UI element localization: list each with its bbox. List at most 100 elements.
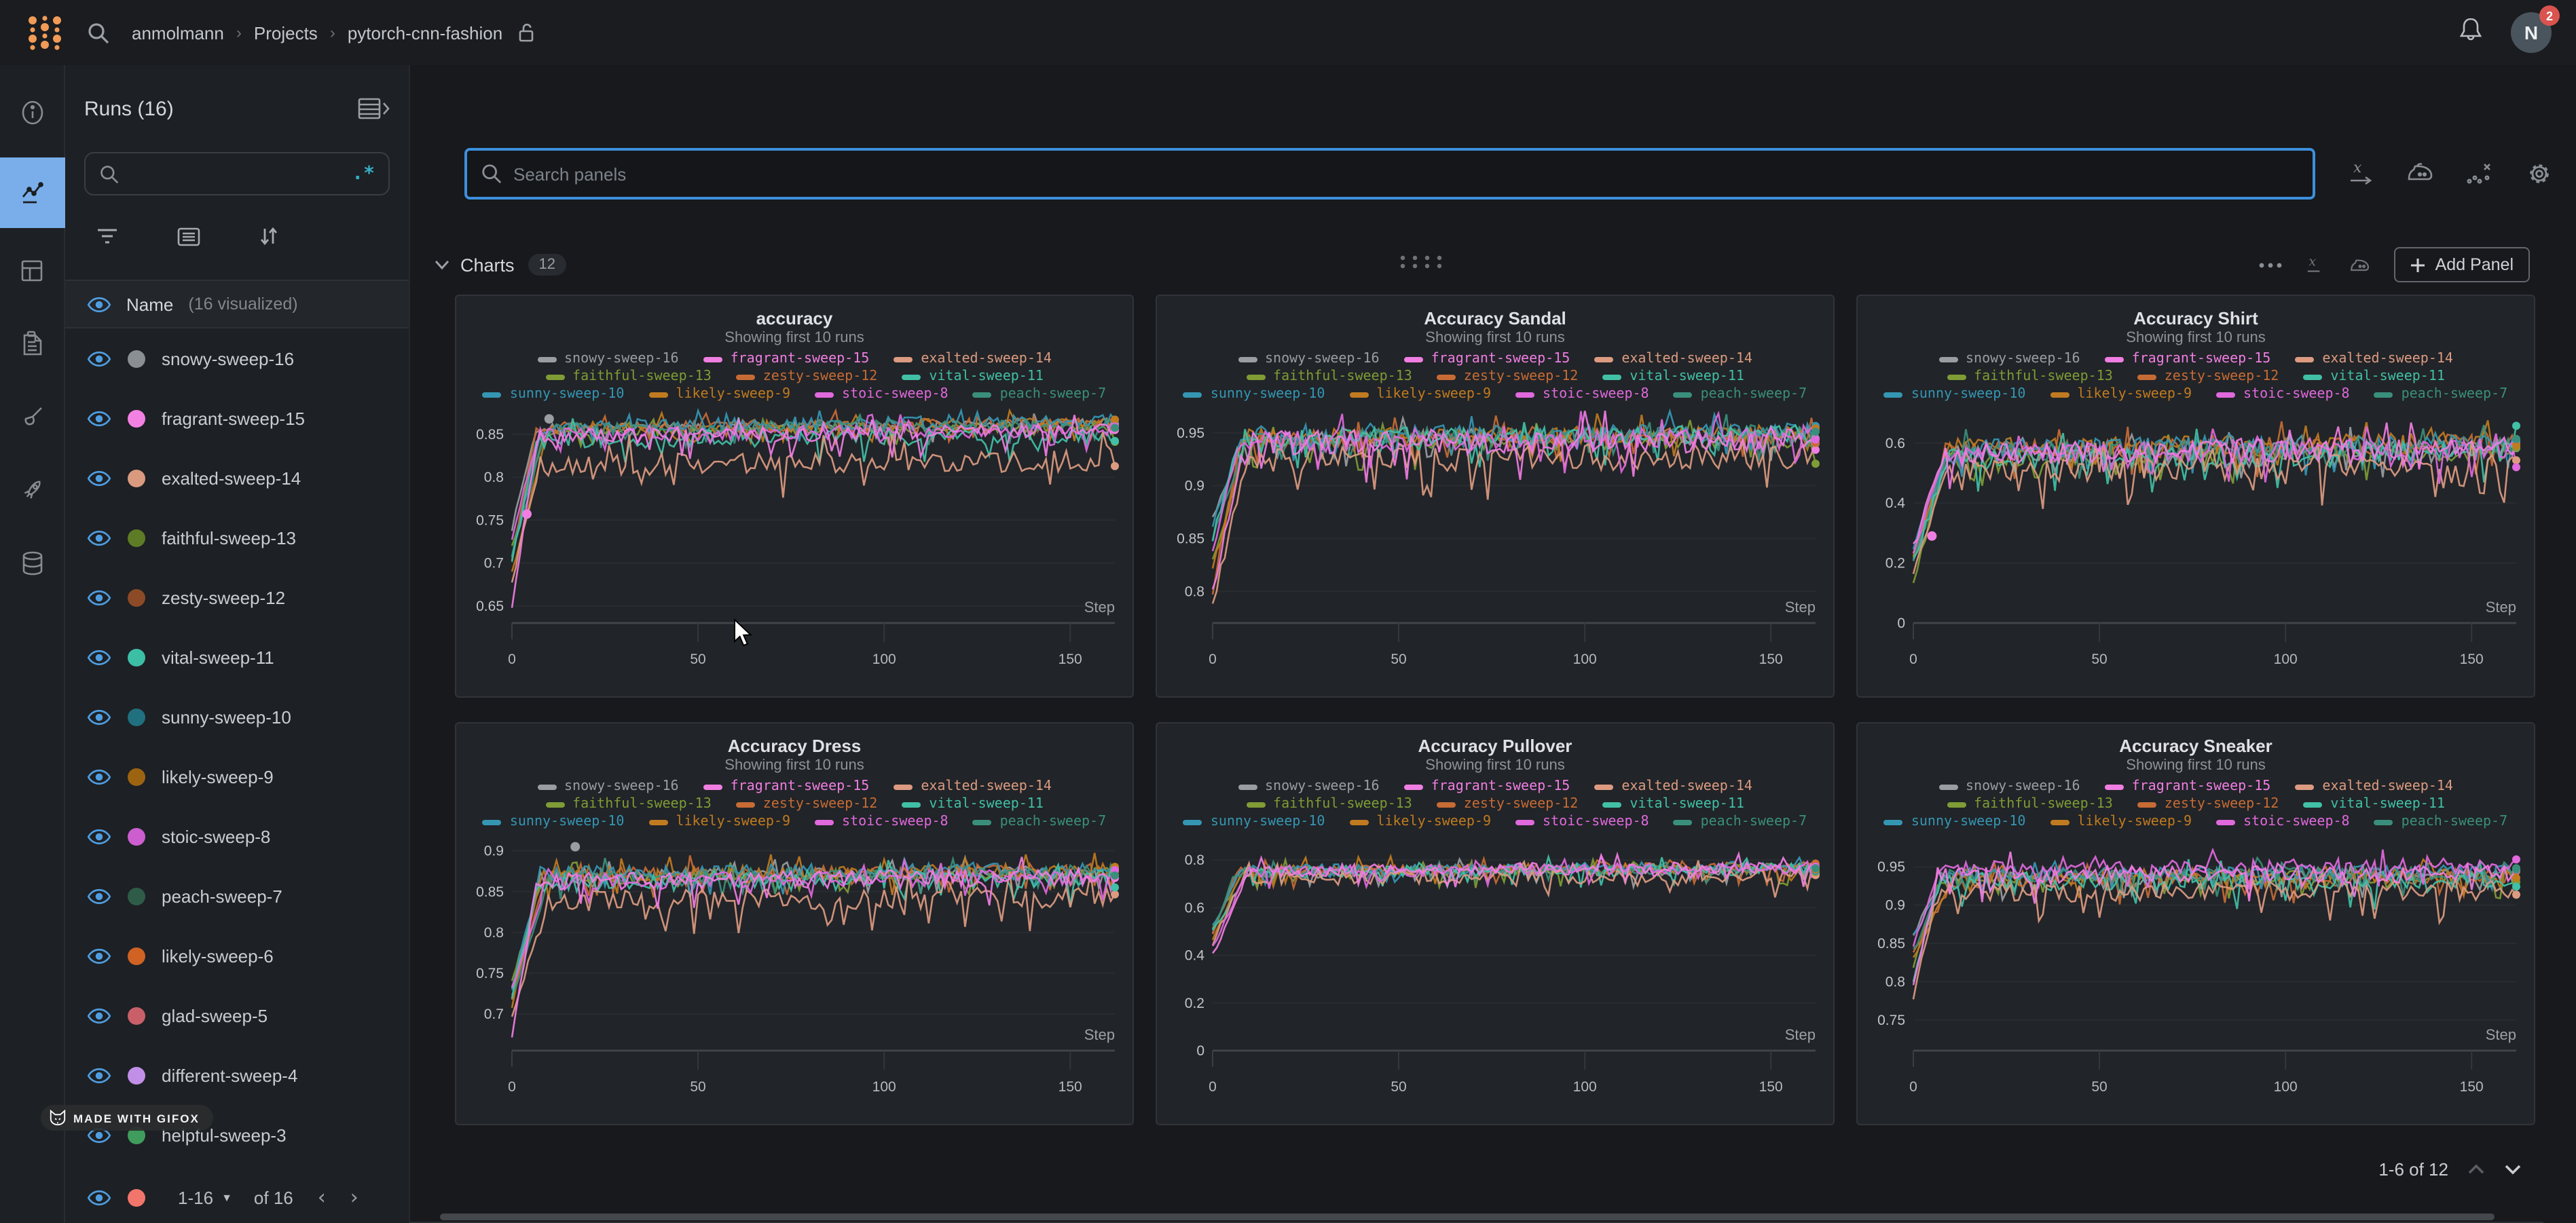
rail-workspace-tab[interactable] (0, 157, 65, 228)
eye-icon[interactable] (87, 768, 111, 785)
legend-entry[interactable]: sunny-sweep-10 (1183, 814, 1325, 829)
run-row[interactable]: faithful-sweep-13 (65, 508, 409, 567)
legend-entry[interactable]: snowy-sweep-16 (1238, 779, 1380, 794)
legend-entry[interactable]: fragrant-sweep-15 (703, 779, 870, 794)
chart-plot[interactable]: 0.850.80.750.70.65050100150Step (466, 406, 1123, 677)
eye-icon[interactable] (87, 350, 111, 367)
legend-entry[interactable]: vital-sweep-11 (902, 369, 1044, 384)
legend-entry[interactable]: zesty-sweep-12 (2137, 797, 2279, 812)
legend-entry[interactable]: fragrant-sweep-15 (2105, 779, 2271, 794)
legend-entry[interactable]: zesty-sweep-12 (2137, 369, 2279, 384)
eye-icon[interactable] (87, 1188, 111, 1206)
legend-entry[interactable]: sunny-sweep-10 (1183, 387, 1325, 402)
chart-panel[interactable]: Accuracy PulloverShowing first 10 runssn… (1156, 722, 1835, 1125)
legend-entry[interactable]: faithful-sweep-13 (545, 369, 712, 384)
group-list-icon[interactable] (177, 226, 201, 246)
run-name[interactable]: likely-sweep-9 (162, 766, 274, 787)
legend-entry[interactable]: snowy-sweep-16 (1938, 779, 2080, 794)
legend-entry[interactable]: exalted-sweep-14 (2295, 779, 2453, 794)
chart-plot[interactable]: 0.60.40.20050100150Step (1867, 406, 2524, 677)
run-name[interactable]: faithful-sweep-13 (162, 527, 296, 548)
run-name[interactable]: snowy-sweep-16 (162, 348, 294, 369)
eye-icon[interactable] (87, 648, 111, 666)
filter-icon[interactable] (95, 227, 119, 246)
run-row[interactable]: likely-sweep-9 (65, 747, 409, 806)
eye-icon[interactable] (87, 827, 111, 845)
run-name[interactable]: vital-sweep-11 (162, 647, 274, 667)
rail-sweeps-icon[interactable] (0, 385, 65, 448)
regex-toggle-icon[interactable]: .* (352, 163, 375, 185)
legend-entry[interactable]: likely-sweep-9 (2050, 387, 2192, 402)
sort-icon[interactable] (258, 225, 280, 247)
legend-entry[interactable]: likely-sweep-9 (648, 814, 790, 829)
run-row[interactable]: glad-sweep-5 (65, 985, 409, 1045)
legend-entry[interactable]: stoic-sweep-8 (2216, 814, 2350, 829)
legend-entry[interactable]: fragrant-sweep-15 (2105, 352, 2271, 366)
legend-entry[interactable]: peach-sweep-7 (973, 814, 1107, 829)
smoothing-icon[interactable] (2405, 160, 2435, 187)
chart-panel[interactable]: Accuracy ShirtShowing first 10 runssnowy… (1856, 295, 2535, 698)
legend-entry[interactable]: snowy-sweep-16 (537, 779, 679, 794)
charts-smoothing-icon[interactable] (2349, 254, 2373, 276)
eye-icon[interactable] (87, 469, 111, 487)
run-row[interactable]: vital-sweep-11 (65, 627, 409, 687)
breadcrumb-user[interactable]: anmolmann (132, 22, 224, 43)
legend-entry[interactable]: snowy-sweep-16 (537, 352, 679, 366)
legend-entry[interactable]: peach-sweep-7 (2374, 387, 2508, 402)
horizontal-scrollbar[interactable] (440, 1213, 2495, 1220)
panel-search-input[interactable] (513, 164, 2150, 184)
run-row[interactable]: likely-sweep-6 (65, 926, 409, 985)
legend-entry[interactable]: sunny-sweep-10 (1884, 814, 2026, 829)
legend-entry[interactable]: fragrant-sweep-15 (1404, 352, 1570, 366)
legend-entry[interactable]: snowy-sweep-16 (1238, 352, 1380, 366)
legend-entry[interactable]: likely-sweep-9 (648, 387, 790, 402)
chart-plot[interactable]: 0.80.60.40.20050100150Step (1166, 833, 1824, 1105)
run-row[interactable]: exalted-sweep-14 (65, 448, 409, 508)
eye-icon[interactable] (87, 295, 111, 313)
panels-page-down-icon[interactable] (2504, 1163, 2522, 1175)
eye-icon[interactable] (87, 887, 111, 905)
eye-icon[interactable] (87, 1066, 111, 1084)
legend-entry[interactable]: snowy-sweep-16 (1938, 352, 2080, 366)
legend-entry[interactable]: zesty-sweep-12 (1437, 797, 1579, 812)
chart-panel[interactable]: accuracyShowing first 10 runssnowy-sweep… (455, 295, 1134, 698)
run-row[interactable]: zesty-sweep-12 (65, 567, 409, 627)
legend-entry[interactable]: exalted-sweep-14 (1594, 352, 1752, 366)
prev-page-button[interactable]: ‹ (318, 1185, 326, 1209)
runs-name-header[interactable]: Name (16 visualized) (65, 280, 409, 328)
legend-entry[interactable]: zesty-sweep-12 (736, 369, 878, 384)
chart-panel[interactable]: Accuracy DressShowing first 10 runssnowy… (455, 722, 1134, 1125)
charts-menu-icon[interactable] (2259, 261, 2283, 268)
breadcrumb-project[interactable]: pytorch-cnn-fashion (348, 22, 502, 43)
notifications-bell-icon[interactable] (2458, 16, 2484, 50)
legend-entry[interactable]: fragrant-sweep-15 (703, 352, 870, 366)
legend-entry[interactable]: exalted-sweep-14 (894, 352, 1052, 366)
run-row[interactable]: sunny-sweep-10 (65, 687, 409, 747)
chart-panel[interactable]: Accuracy SneakerShowing first 10 runssno… (1856, 722, 2535, 1125)
legend-entry[interactable]: stoic-sweep-8 (1515, 387, 1649, 402)
runs-table-expand-icon[interactable] (357, 96, 390, 121)
chart-plot[interactable]: 0.90.850.80.750.7050100150Step (466, 833, 1123, 1105)
legend-entry[interactable]: vital-sweep-11 (1602, 369, 1744, 384)
panel-search-box[interactable] (464, 148, 2315, 200)
runs-search-input[interactable]: .* (84, 152, 390, 195)
eye-icon[interactable] (87, 947, 111, 964)
run-name[interactable]: different-sweep-4 (162, 1065, 297, 1085)
run-name[interactable]: exalted-sweep-14 (162, 468, 301, 488)
legend-entry[interactable]: stoic-sweep-8 (2216, 387, 2350, 402)
legend-entry[interactable]: peach-sweep-7 (973, 387, 1107, 402)
panels-page-up-icon[interactable] (2467, 1163, 2485, 1175)
legend-entry[interactable]: vital-sweep-11 (902, 797, 1044, 812)
run-name[interactable]: fragrant-sweep-15 (162, 408, 305, 428)
legend-entry[interactable]: zesty-sweep-12 (736, 797, 878, 812)
wandb-logo-icon[interactable] (27, 14, 62, 52)
legend-entry[interactable]: faithful-sweep-13 (1246, 797, 1412, 812)
run-name[interactable]: zesty-sweep-12 (162, 587, 285, 607)
eye-icon[interactable] (87, 588, 111, 606)
legend-entry[interactable]: peach-sweep-7 (2374, 814, 2508, 829)
legend-entry[interactable]: stoic-sweep-8 (1515, 814, 1649, 829)
legend-entry[interactable]: likely-sweep-9 (1349, 814, 1491, 829)
legend-entry[interactable]: fragrant-sweep-15 (1404, 779, 1570, 794)
breadcrumb-projects[interactable]: Projects (254, 22, 318, 43)
run-row[interactable]: stoic-sweep-8 (65, 806, 409, 866)
